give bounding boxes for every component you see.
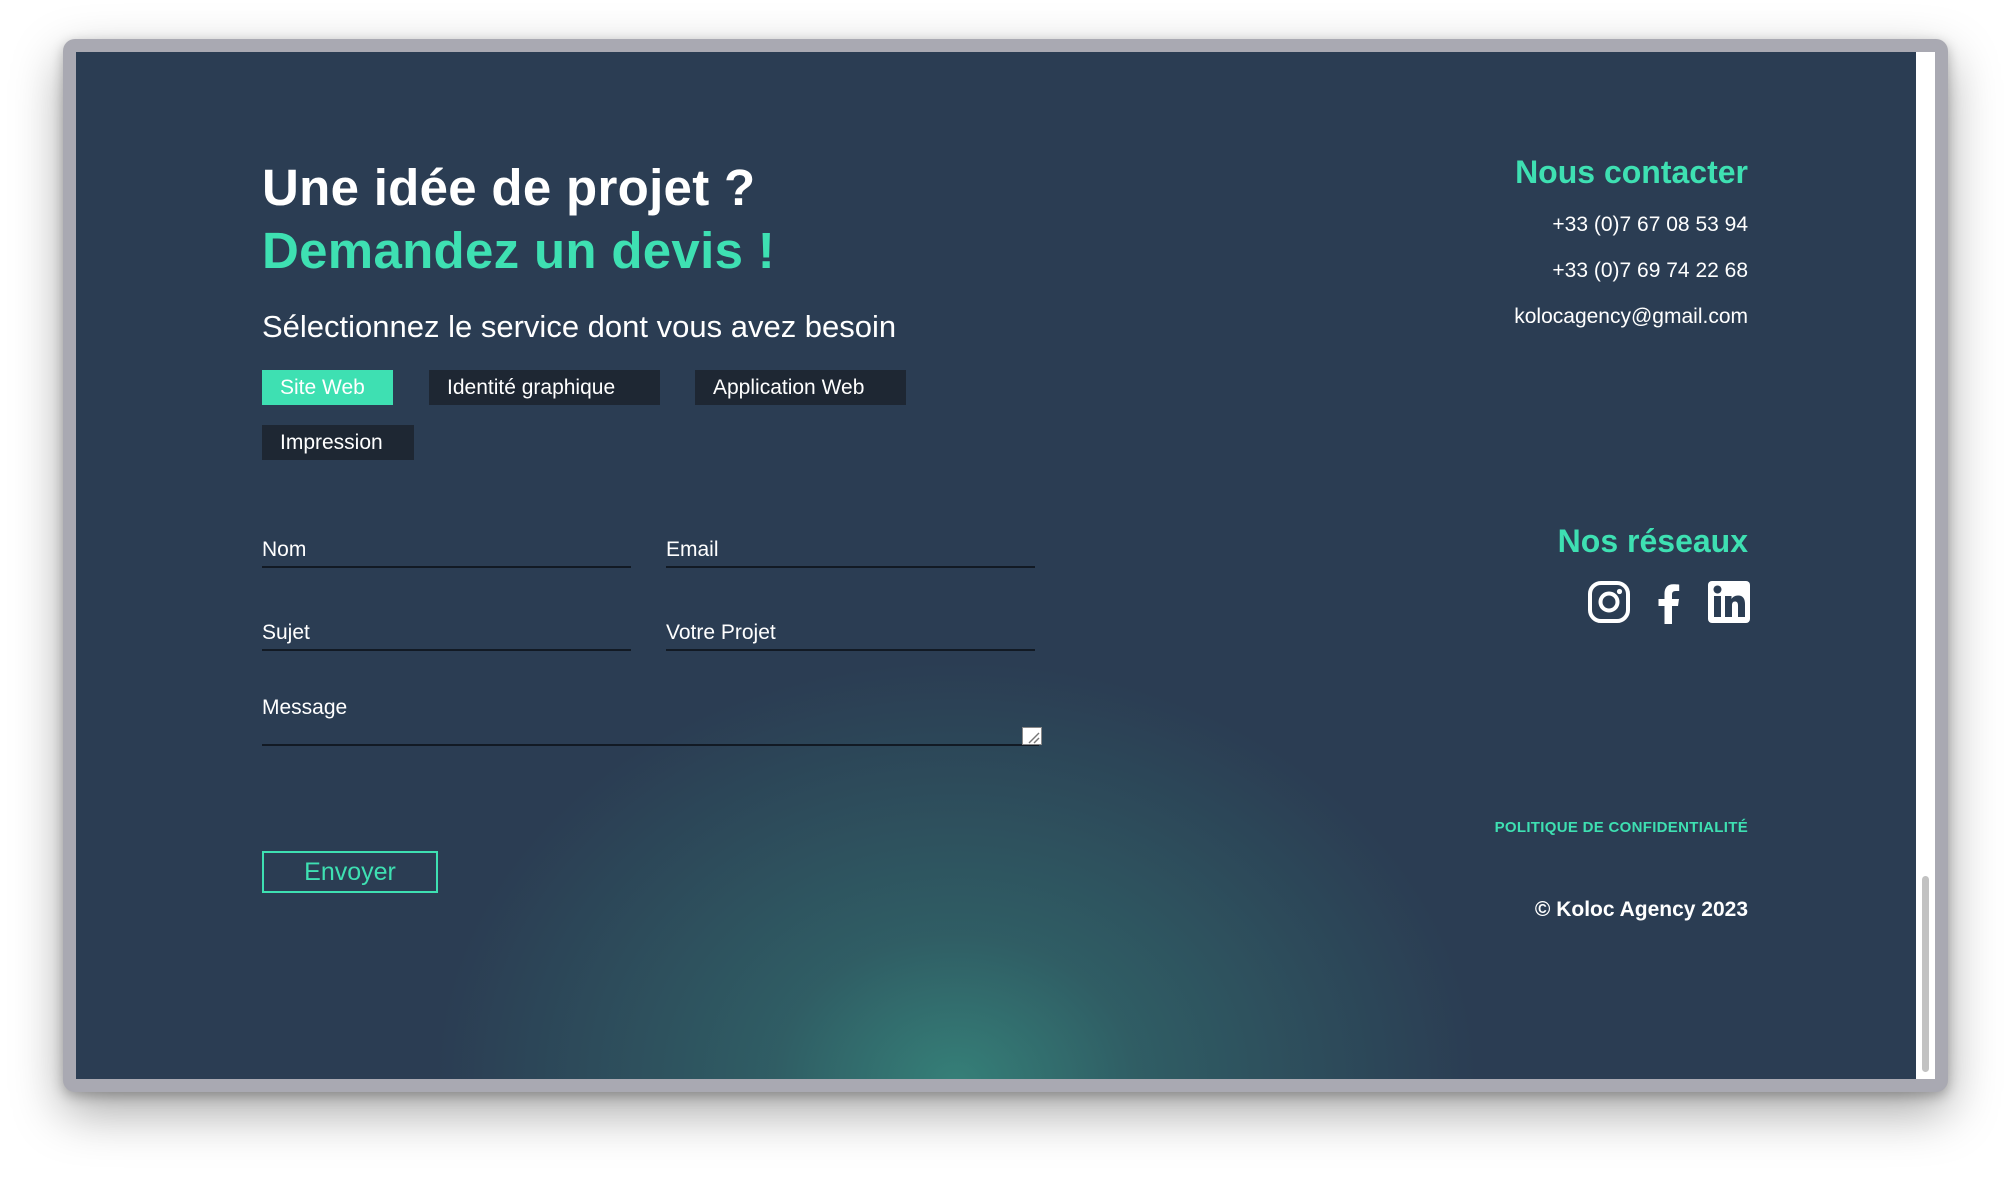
service-chip-application-web[interactable]: Application Web — [695, 370, 906, 405]
email-link[interactable]: kolocagency@gmail.com — [1514, 305, 1748, 329]
textarea-resize-icon[interactable] — [1022, 727, 1042, 745]
linkedin-icon[interactable] — [1707, 580, 1751, 624]
instagram-icon[interactable] — [1587, 580, 1631, 624]
service-chip-impression[interactable]: Impression — [262, 425, 414, 460]
page-subtitle: Demandez un devis ! — [262, 222, 775, 279]
service-chip-site-web[interactable]: Site Web — [262, 370, 393, 405]
privacy-policy-link[interactable]: POLITIQUE DE CONFIDENTIALITÉ — [1495, 819, 1748, 836]
contact-heading: Nous contacter — [1515, 154, 1748, 190]
name-field-label: Nom — [262, 538, 307, 561]
phone-link-2[interactable]: +33 (0)7 69 74 22 68 — [1552, 259, 1748, 283]
contact-section: Une idée de projet ? Demandez un devis !… — [76, 52, 1916, 1079]
email-field[interactable]: Email — [666, 528, 1035, 568]
message-field-label: Message — [262, 696, 348, 719]
page-title: Une idée de projet ? — [262, 159, 756, 216]
copyright-text: © Koloc Agency 2023 — [1534, 898, 1748, 921]
name-field[interactable]: Nom — [262, 528, 631, 568]
service-prompt: Sélectionnez le service dont vous avez b… — [262, 309, 897, 344]
browser-window: Une idée de projet ? Demandez un devis !… — [63, 39, 1948, 1092]
facebook-icon[interactable] — [1647, 580, 1691, 624]
send-button[interactable]: Envoyer — [262, 851, 438, 893]
email-field-label: Email — [666, 538, 719, 561]
message-field[interactable]: Message — [262, 688, 1039, 746]
project-field[interactable]: Votre Projet — [666, 611, 1035, 651]
vertical-scrollbar[interactable] — [1916, 52, 1935, 1079]
networks-heading: Nos réseaux — [1557, 523, 1748, 559]
subject-field[interactable]: Sujet — [262, 611, 631, 651]
subject-field-label: Sujet — [262, 621, 310, 644]
project-field-label: Votre Projet — [666, 621, 776, 644]
phone-link-1[interactable]: +33 (0)7 67 08 53 94 — [1552, 213, 1748, 237]
service-chip-identite-graphique[interactable]: Identité graphique — [429, 370, 660, 405]
scrollbar-thumb[interactable] — [1922, 876, 1929, 1072]
